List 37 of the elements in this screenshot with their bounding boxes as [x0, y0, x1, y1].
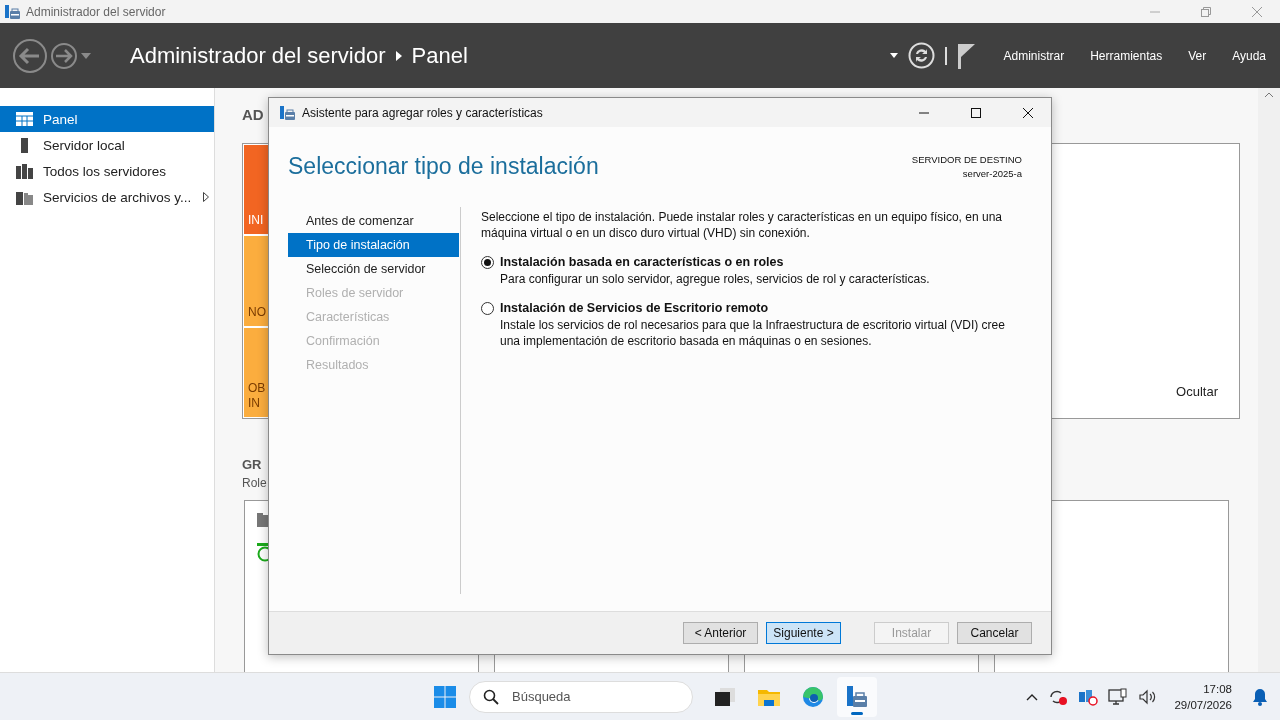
menu-item[interactable]: Herramientas	[1084, 48, 1169, 63]
option-label[interactable]: Instalación basada en características o en roles	[500, 255, 784, 269]
dialog-title: Asistente para agregar roles y características	[302, 105, 543, 120]
destination-label: SERVIDOR DE DESTINO	[911, 154, 1022, 165]
section-heading: GR	[242, 457, 262, 472]
page-heading: Seleccionar tipo de instalación	[288, 153, 599, 181]
tile-label: OB	[248, 381, 266, 396]
dialog-button[interactable]: < Anterior	[683, 622, 758, 644]
wizard-step[interactable]: Tipo de instalación	[288, 233, 459, 257]
clock-time[interactable]: 17:08	[1203, 680, 1232, 697]
dialog-button[interactable]: Siguiente >	[766, 622, 841, 644]
menu-item[interactable]: Administrar	[997, 48, 1071, 63]
option-description: Para configurar un solo servidor, agregue roles, servicios de rol y características.	[499, 271, 931, 287]
tile-label: INI	[248, 213, 264, 229]
option-description: Instale los servicios de rol necesarios para que la Infraestructura de escritorio virtual (VDI) cree una implementación de escritorio basada en máquinas o en sesiones.	[499, 317, 1006, 349]
tile-label: IN	[248, 396, 260, 411]
clock-date[interactable]: 29/07/2026	[1174, 696, 1232, 713]
sidebar-item[interactable]: Panel	[0, 106, 214, 132]
sidebar-item[interactable]: Todos los servidores	[0, 158, 214, 184]
option-label[interactable]: Instalación de Servicios de Escritorio remoto	[500, 301, 769, 315]
wizard-step[interactable]: Selección de servidor	[288, 257, 459, 281]
wizard-step[interactable]: Antes de comenzar	[288, 209, 459, 233]
breadcrumb-item[interactable]: Panel	[411, 42, 468, 69]
sidebar-item[interactable]: Servidor local	[0, 132, 214, 158]
tile-label: NO	[248, 304, 266, 320]
sidebar-item[interactable]: Servicios de archivos y...	[0, 184, 214, 210]
destination-server: server-2025-a	[962, 168, 1022, 179]
window-title: Administrador del servidor	[26, 4, 166, 19]
menu-item[interactable]: Ayuda	[1226, 48, 1272, 63]
intro-text: Seleccione el tipo de instalación. Puede instalar roles y características en un equipo físico, en una máquina virtual o en un disco duro virtual (VHD) sin conexión.	[481, 209, 1003, 241]
dialog-button[interactable]: Cancelar	[957, 622, 1032, 644]
menu-item[interactable]: Ver	[1182, 48, 1213, 63]
section-heading: AD	[242, 106, 264, 125]
breadcrumb-item[interactable]: Administrador del servidor	[130, 42, 386, 69]
hide-link[interactable]: Ocultar	[1176, 384, 1218, 399]
search-field[interactable]: Búsqueda	[469, 680, 693, 713]
section-subtitle: Role	[242, 476, 267, 490]
